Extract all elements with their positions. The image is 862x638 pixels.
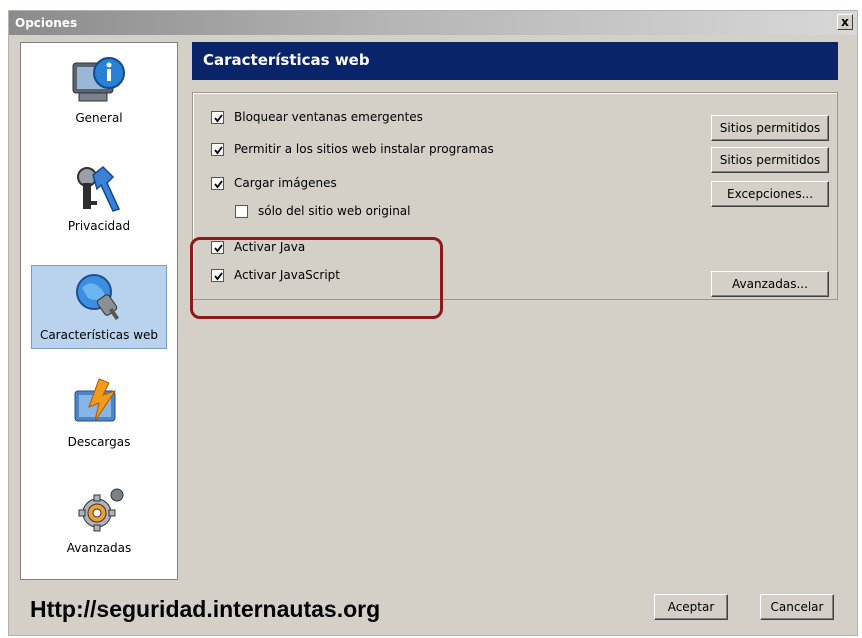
advanced-button[interactable]: Avanzadas... <box>711 271 829 297</box>
cancel-button[interactable]: Cancelar <box>760 594 834 620</box>
highlight-annotation <box>190 237 443 319</box>
monitor-info-icon <box>69 53 129 107</box>
sidebar-item-label: Características web <box>39 328 159 342</box>
sidebar-item-label: Descargas <box>67 435 131 449</box>
globe-plug-icon <box>70 270 130 324</box>
keys-tools-icon <box>69 161 129 215</box>
sidebar-item-general[interactable]: General <box>31 49 167 133</box>
panel-title: Características web <box>192 42 838 80</box>
download-folder-icon <box>69 377 129 431</box>
option-label: Permitir a los sitios web instalar progr… <box>234 142 494 156</box>
sidebar-item-privacidad[interactable]: Privacidad <box>31 157 167 241</box>
window-title: Opciones <box>15 16 78 30</box>
sidebar-item-label: Privacidad <box>67 219 131 233</box>
option-allow-install[interactable]: Permitir a los sitios web instalar progr… <box>211 141 494 157</box>
checkbox-original-site-only[interactable] <box>235 204 248 218</box>
close-button[interactable]: x <box>837 14 853 30</box>
title-bar[interactable]: Opciones x <box>9 11 857 35</box>
category-sidebar: General Privacidad Características web D… <box>20 42 178 580</box>
option-label: Bloquear ventanas emergentes <box>234 110 423 124</box>
option-label: Cargar imágenes <box>234 176 337 190</box>
accept-button[interactable]: Aceptar <box>654 594 728 620</box>
checkbox-load-images[interactable] <box>211 176 224 190</box>
watermark-url: Http://seguridad.internautas.org <box>30 596 381 622</box>
sidebar-item-label: Avanzadas <box>66 541 132 555</box>
checkbox-block-popups[interactable] <box>211 110 224 124</box>
install-allowed-sites-button[interactable]: Sitios permitidos <box>711 147 829 173</box>
sidebar-item-label: General <box>75 111 123 125</box>
exceptions-button[interactable]: Excepciones... <box>711 181 829 207</box>
option-block-popups[interactable]: Bloquear ventanas emergentes <box>211 109 423 125</box>
option-load-images[interactable]: Cargar imágenes <box>211 175 337 191</box>
option-label: sólo del sitio web original <box>258 204 411 218</box>
checkbox-allow-install[interactable] <box>211 142 224 156</box>
popup-allowed-sites-button[interactable]: Sitios permitidos <box>711 115 829 141</box>
sidebar-item-caracteristicas-web[interactable]: Características web <box>31 265 167 349</box>
sidebar-item-avanzadas[interactable]: Avanzadas <box>31 479 167 563</box>
sidebar-item-descargas[interactable]: Descargas <box>31 373 167 457</box>
option-original-site-only[interactable]: sólo del sitio web original <box>235 203 411 219</box>
gears-icon <box>69 483 129 537</box>
